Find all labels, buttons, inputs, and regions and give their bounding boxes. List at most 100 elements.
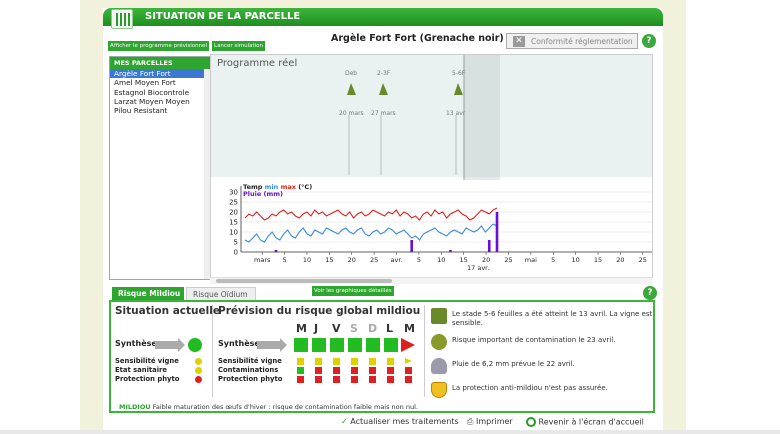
y-tick-label: 20 [229, 209, 238, 217]
revenir-link[interactable]: Revenir à l'écran d'accueil [526, 417, 644, 427]
page-title: SITUATION DE LA PARCELLE [145, 11, 301, 22]
y-tick-label: 5 [234, 239, 238, 247]
risk-cell [297, 367, 304, 374]
y-tick-label: 0 [234, 249, 238, 257]
risk-cell [351, 358, 358, 365]
risk-cell [333, 358, 340, 365]
risk-note: Le stade 5-6 feuilles a été atteint le 1… [452, 310, 653, 327]
synthese-cell [348, 338, 362, 352]
risk-cell [387, 367, 394, 374]
risk-cell [405, 367, 412, 374]
x-tick-label: mai [525, 256, 537, 264]
contamination-icon [431, 334, 447, 350]
y-tick-label: 25 [229, 199, 238, 207]
conformite-label: Conformité réglementation [531, 37, 633, 46]
arrow-icon [155, 338, 185, 352]
logo-icon [111, 9, 133, 29]
tab-mildiou[interactable]: Risque Mildiou [112, 287, 184, 301]
risk-note: La protection anti-mildiou n'est pas ass… [452, 384, 608, 392]
prevision-synthese: Synthèse [218, 339, 260, 348]
help-icon[interactable]: ? [643, 286, 657, 300]
vine-stage-icon [454, 83, 463, 95]
lancer-simulation-button[interactable]: Lancer simulation [212, 41, 266, 51]
day-label: L [386, 322, 394, 335]
rain-bar [274, 250, 278, 252]
synthese-dot [188, 338, 202, 352]
list-item[interactable]: Larzat Moyen Moyen [110, 97, 210, 106]
y-tick-label: 15 [229, 219, 238, 227]
revenir-label: Revenir à l'écran d'accueil [538, 417, 644, 427]
graphiques-button[interactable]: Voir les graphiques détaillés [312, 286, 394, 296]
footer-note-prefix: MILDIOU [119, 403, 151, 411]
check-icon: ✓ [341, 417, 348, 426]
prevision-title: Prévision du risque global mildiou [218, 305, 421, 317]
footer-note: MILDIOU Faible maturation des œufs d'hiv… [119, 403, 418, 411]
day-label: J [314, 322, 319, 335]
risk-cell [297, 376, 304, 383]
list-item[interactable]: Amel Moyen Fort [110, 78, 210, 87]
help-icon[interactable]: ? [642, 34, 656, 48]
stage-date: 13 avr [446, 110, 466, 117]
divider [424, 305, 425, 397]
risk-panel: Situation actuelle Synthèse Sensibilité … [109, 300, 655, 413]
horizontal-scrollbar[interactable] [210, 277, 653, 284]
x-tick-label: 10 [437, 256, 445, 264]
home-icon [526, 417, 536, 427]
actualiser-link[interactable]: ✓ Actualiser mes traitements [341, 417, 459, 426]
synthese-cell [401, 338, 415, 352]
rain-bar [449, 250, 452, 252]
stage-date: 27 mars [371, 110, 396, 117]
left-margin [0, 0, 80, 434]
risk-cell [315, 358, 322, 365]
risk-cell [387, 376, 394, 383]
weather-chart: Deb 20 mars 2-3F 27 mars 5-6F 13 avr 0 5 10 15 20 2… [211, 55, 652, 278]
scrollbar-thumb[interactable] [216, 279, 392, 283]
rain-bar [410, 240, 414, 252]
risk-cell [369, 376, 376, 383]
risk-cell [315, 367, 322, 374]
risk-cell [405, 358, 412, 364]
vine-stage-icon [379, 83, 388, 95]
close-icon: ✕ [513, 36, 525, 47]
synthese-cell [312, 338, 326, 352]
conformite-button[interactable]: ✕ Conformité réglementation [506, 33, 638, 49]
row-label: Protection phyto [218, 375, 283, 383]
x-tick-label: 25 [639, 256, 647, 264]
main-panel: SITUATION DE LA PARCELLE Afficher le pro… [103, 8, 663, 430]
day-label: M [404, 322, 415, 335]
row-label: Sensibilité vigne [218, 357, 282, 365]
synthese-cell [294, 338, 308, 352]
list-item[interactable]: Pilou Resistant [110, 106, 210, 115]
row-label: Etat sanitaire [115, 366, 168, 374]
risk-cell [315, 376, 322, 383]
shield-icon [431, 382, 447, 398]
risk-cell [369, 358, 376, 365]
imprimer-link[interactable]: ⎙ Imprimer [467, 417, 513, 427]
stage-code: 2-3F [377, 70, 391, 77]
actualiser-label: Actualiser mes traitements [350, 417, 459, 426]
risk-note: Risque important de contamination le 23 … [452, 336, 616, 344]
arrow-icon [257, 338, 287, 352]
list-item[interactable]: Estagnol Biocontrole [110, 88, 210, 97]
list-item[interactable]: Argèle Fort Fort [110, 69, 210, 79]
y-tick-label: 10 [229, 229, 238, 237]
plot-title: Argèle Fort Fort (Grenache noir) [331, 33, 504, 44]
risk-cell [297, 358, 304, 365]
divider [212, 305, 213, 397]
situation-synthese: Synthèse [115, 339, 157, 348]
risk-cell [387, 358, 394, 365]
chart-legend-pluie: Pluie (mm) [243, 190, 283, 198]
rain-cloud-icon [431, 358, 447, 374]
x-tick-label: 5 [283, 256, 287, 264]
row-label: Sensibilité vigne [115, 357, 179, 365]
x-tick-label: 5 [551, 256, 555, 264]
afficher-programme-button[interactable]: Afficher le programme prévisionnel [108, 41, 210, 51]
x-tick-label: 15 [325, 256, 333, 264]
current-date-label: 17 avr. [467, 264, 489, 272]
programme-panel: Programme réel Deb 20 mars 2-3F 27 mars 5-6F… [210, 54, 653, 279]
vine-stage-icon [347, 83, 356, 95]
x-tick-label: 25 [504, 256, 512, 264]
row-label: Contaminations [218, 366, 279, 374]
tab-oidium[interactable]: Risque Oïdium [186, 287, 256, 301]
risk-cell [351, 376, 358, 383]
